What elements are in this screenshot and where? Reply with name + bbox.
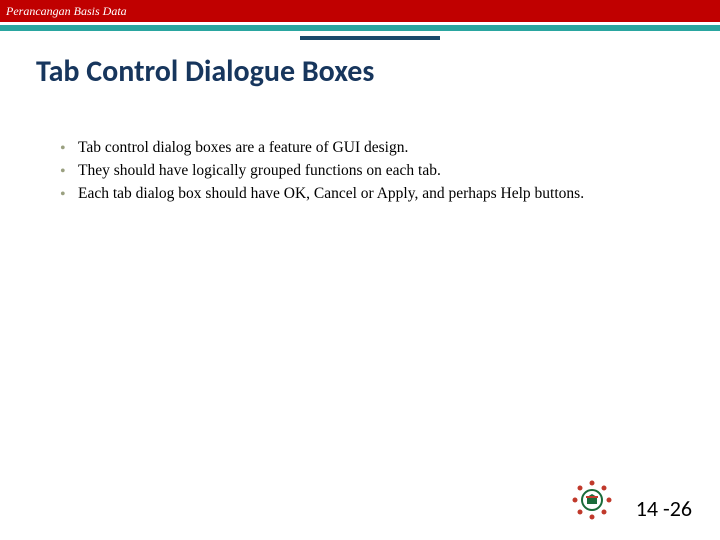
slide-title: Tab Control Dialogue Boxes: [36, 53, 720, 90]
bullet-list: Tab control dialog boxes are a feature o…: [56, 138, 678, 205]
header-red-bar: Perancangan Basis Data: [0, 0, 720, 22]
university-logo: [566, 474, 618, 526]
page-number: 14 -26: [636, 495, 692, 522]
course-title: Perancangan Basis Data: [6, 4, 127, 19]
list-item: Each tab dialog box should have OK, Canc…: [56, 184, 678, 205]
list-item: They should have logically grouped funct…: [56, 161, 678, 182]
header-teal-bar: [0, 25, 720, 31]
slide-content: Tab control dialog boxes are a feature o…: [56, 138, 678, 205]
list-item: Tab control dialog boxes are a feature o…: [56, 138, 678, 159]
header-accent-line: [300, 36, 440, 40]
